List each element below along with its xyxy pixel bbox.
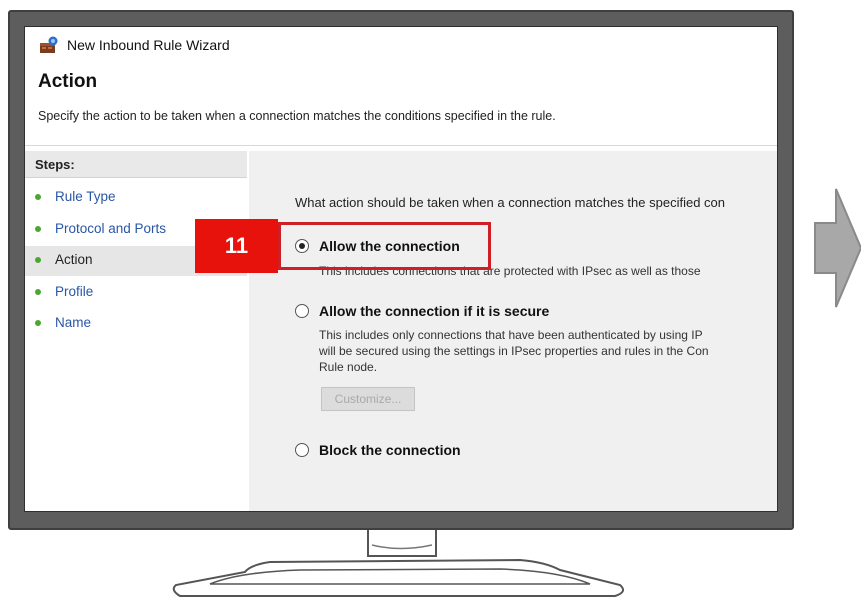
page-title: Action — [38, 71, 98, 92]
step-rule-type[interactable]: Rule Type — [25, 183, 247, 213]
allow-if-secure-radio[interactable] — [295, 304, 309, 318]
window-title: New Inbound Rule Wizard — [67, 37, 230, 53]
steps-title: Steps: — [35, 157, 75, 172]
window-titlebar: New Inbound Rule Wizard — [25, 27, 777, 63]
step-profile[interactable]: Profile — [25, 278, 247, 308]
action-content-panel: What action should be taken when a conne… — [249, 151, 777, 511]
step-name[interactable]: Name — [25, 309, 247, 339]
allow-if-secure-description-line-2: will be secured using the settings in IP… — [319, 344, 709, 358]
header-divider — [25, 145, 777, 146]
block-connection-radio[interactable] — [295, 443, 309, 457]
step-number: 11 — [224, 233, 249, 258]
firewall-rule-icon — [40, 36, 58, 53]
option-allow-if-secure[interactable]: Allow the connection if it is secure — [295, 301, 765, 325]
option-block-connection[interactable]: Block the connection — [295, 440, 595, 464]
step-label: Rule Type — [55, 189, 116, 204]
step-bullet-icon — [35, 320, 41, 326]
allow-if-secure-label: Allow the connection if it is secure — [319, 303, 550, 319]
block-connection-label: Block the connection — [319, 442, 461, 458]
step-bullet-icon — [35, 289, 41, 295]
step-bullet-icon — [35, 194, 41, 200]
step-label: Protocol and Ports — [55, 221, 167, 236]
step-bullet-icon — [35, 226, 41, 232]
customize-button[interactable]: Customize... — [321, 387, 415, 411]
step-label: Profile — [55, 284, 94, 299]
step-number-badge: 11 — [195, 219, 278, 273]
page-description: Specify the action to be taken when a co… — [38, 109, 556, 123]
steps-panel: Steps: Rule Type Protocol and Ports Acti… — [25, 151, 247, 511]
allow-if-secure-description-line-1: This includes only connections that have… — [319, 328, 703, 342]
allow-if-secure-description-line-3: Rule node. — [319, 360, 378, 374]
step-label: Action — [55, 252, 93, 267]
step-label: Name — [55, 315, 92, 330]
steps-header: Steps: — [25, 151, 247, 178]
action-question: What action should be taken when a conne… — [295, 195, 725, 210]
highlight-box — [278, 222, 491, 270]
monitor-bezel: New Inbound Rule Wizard Action Specify t… — [8, 10, 794, 530]
step-bullet-icon — [35, 257, 41, 263]
